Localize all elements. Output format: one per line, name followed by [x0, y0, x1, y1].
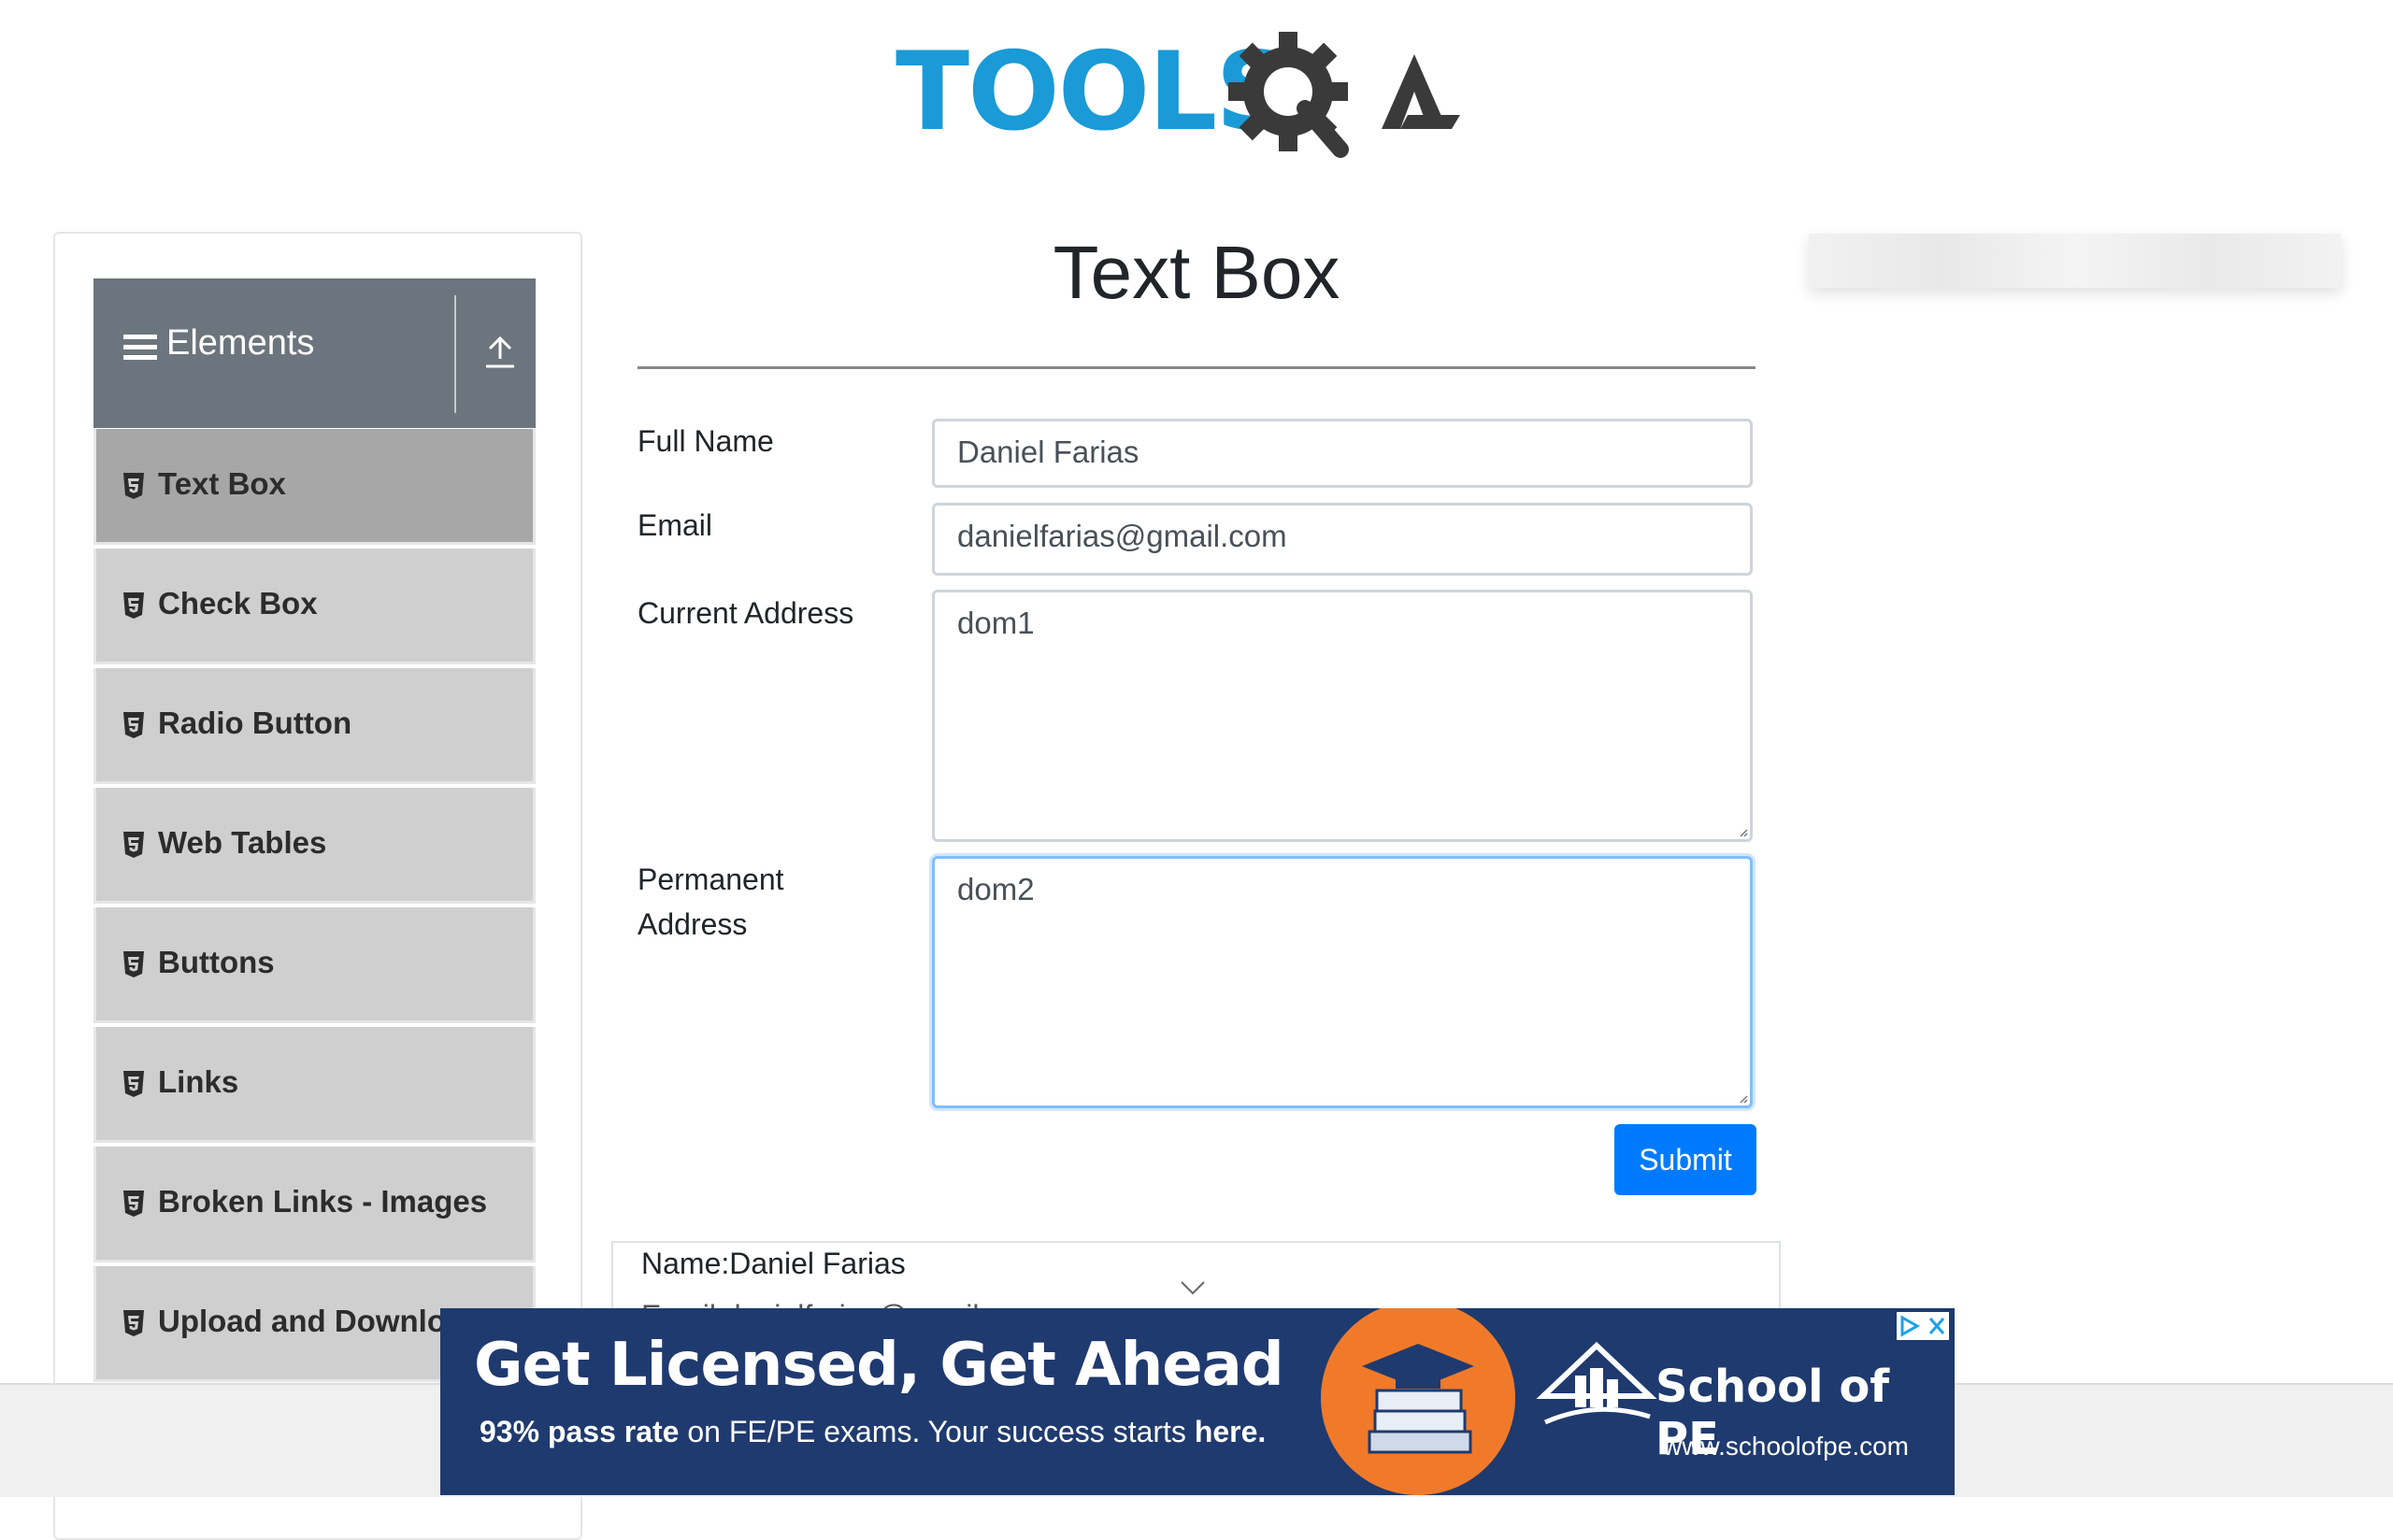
title-divider: [638, 366, 1755, 369]
sidebar-item-radio-button[interactable]: Radio Button: [93, 668, 536, 784]
html5-icon: [123, 712, 144, 738]
html5-icon: [123, 1191, 144, 1217]
banner-ad[interactable]: Get Licensed, Get Ahead 93% pass rate on…: [440, 1308, 1955, 1495]
page-title: Text Box: [1053, 231, 1340, 314]
full-name-label: Full Name: [638, 424, 774, 458]
sidebar-item-web-tables[interactable]: Web Tables: [93, 788, 536, 904]
toolsqa-logo[interactable]: TOOLS: [896, 26, 1503, 176]
sidebar-item-text-box[interactable]: Text Box: [93, 429, 536, 545]
email-input[interactable]: danielfarias@gmail.com: [932, 503, 1753, 576]
ad-sub-bold-2: here.: [1194, 1415, 1267, 1448]
elements-group-header[interactable]: Elements: [93, 278, 536, 428]
group-title: Elements: [166, 323, 315, 363]
html5-icon: [123, 1310, 144, 1336]
collapse-up-icon[interactable]: [484, 333, 516, 370]
sidebar-item-label: Check Box: [158, 586, 318, 620]
html5-icon: [123, 592, 144, 619]
sidebar-item-label: Text Box: [158, 466, 286, 501]
ad-url: www.schoolofpe.com: [1663, 1432, 1910, 1461]
header-divider: [454, 295, 456, 413]
current-address-textarea[interactable]: dom1: [932, 590, 1753, 842]
sidebar-item-broken-links[interactable]: Broken Links - Images: [93, 1147, 536, 1262]
sidebar-item-check-box[interactable]: Check Box: [93, 549, 536, 664]
current-address-label: Current Address: [638, 596, 854, 630]
school-of-pe-logo-icon: [1536, 1341, 1657, 1425]
resize-grip-icon[interactable]: [1739, 1094, 1748, 1104]
ad-subtext: 93% pass rate on FE/PE exams. Your succe…: [480, 1415, 1266, 1449]
permanent-address-value: dom2: [957, 872, 1035, 906]
html5-icon: [123, 473, 144, 499]
sidebar-item-label: Web Tables: [158, 825, 327, 860]
permanent-address-label-line1: Permanent: [638, 863, 784, 896]
html5-icon: [123, 951, 144, 977]
graduation-cap-books-icon: [1362, 1344, 1474, 1454]
ad-headline: Get Licensed, Get Ahead: [474, 1331, 1284, 1400]
submit-button[interactable]: Submit: [1614, 1124, 1756, 1195]
sidebar-item-links[interactable]: Links: [93, 1027, 536, 1143]
sidebar-item-buttons[interactable]: Buttons: [93, 907, 536, 1023]
hamburger-icon: [123, 335, 157, 360]
html5-icon: [123, 832, 144, 858]
gear-icon: [1228, 32, 1349, 158]
chevron-down-icon[interactable]: [1180, 1280, 1206, 1295]
sidebar-item-label: Buttons: [158, 945, 275, 979]
sidebar-item-label: Upload and Download: [158, 1304, 482, 1338]
sidebar-item-label: Broken Links - Images: [158, 1184, 488, 1219]
ad-choices-close-icon[interactable]: [1897, 1312, 1949, 1340]
permanent-address-label-line2: Address: [638, 907, 748, 941]
ad-graduation-image: [1321, 1308, 1515, 1495]
email-label: Email: [638, 508, 713, 542]
permanent-address-textarea[interactable]: dom2: [932, 856, 1753, 1108]
logo-graphic: TOOLS: [896, 29, 1460, 158]
sidebar-item-label: Links: [158, 1064, 239, 1099]
full-name-input[interactable]: Daniel Farias: [932, 419, 1753, 488]
output-name: Name:Daniel Farias: [641, 1247, 906, 1280]
logo-a-glyph: [1382, 54, 1460, 129]
resize-grip-icon[interactable]: [1739, 828, 1748, 837]
ad-sub-text-1: on FE/PE exams. Your success starts: [679, 1415, 1195, 1448]
ad-sub-bold-1: 93% pass rate: [480, 1415, 680, 1448]
current-address-value: dom1: [957, 606, 1035, 640]
side-ad-placeholder: [1809, 234, 2342, 288]
ad-choices[interactable]: [1897, 1312, 1949, 1340]
html5-icon: [123, 1071, 144, 1097]
sidebar-item-label: Radio Button: [158, 706, 352, 740]
